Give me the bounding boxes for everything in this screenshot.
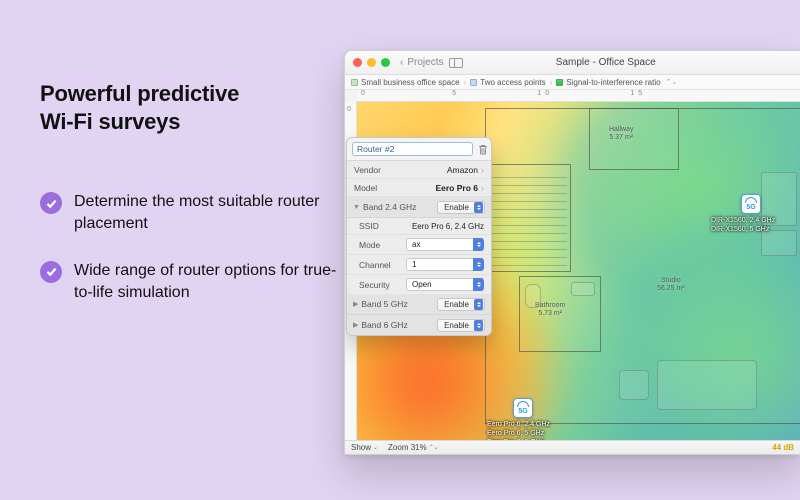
row-mode[interactable]: Mode ax bbox=[347, 235, 491, 255]
minimize-button[interactable] bbox=[367, 58, 376, 67]
zoom-button[interactable] bbox=[381, 58, 390, 67]
room-label-hallway: Hallway5.37 m² bbox=[609, 126, 634, 141]
toggle-sidebar-icon[interactable] bbox=[449, 58, 463, 68]
window-title: Sample - Office Space bbox=[469, 57, 742, 68]
mode-select[interactable]: ax bbox=[406, 238, 484, 251]
row-channel[interactable]: Channel 1 bbox=[347, 255, 491, 275]
breadcrumb-item[interactable]: Two access points bbox=[470, 78, 545, 87]
feature-text: Determine the most suitable router place… bbox=[74, 191, 340, 236]
breadcrumb-item[interactable]: Signal-to-interference ratio⌃⌄ bbox=[556, 78, 677, 87]
access-point-label: DIR-X1560, 2.4 GHzDIR-X1560, 5 GHz bbox=[711, 217, 775, 235]
enable-band-button[interactable]: Enable bbox=[437, 201, 485, 214]
marketing-copy: Powerful predictive Wi-Fi surveys Determ… bbox=[40, 80, 340, 329]
channel-select[interactable]: 1 bbox=[406, 258, 484, 271]
chevron-right-icon: › bbox=[481, 165, 484, 175]
window-titlebar: ‹ Projects Sample - Office Space bbox=[345, 51, 800, 75]
stairs-icon bbox=[489, 170, 567, 266]
breadcrumb-item[interactable]: Small business office space bbox=[351, 78, 460, 87]
access-point-label: Eero Pro 6, 2.4 GHzEero Pro 6, 5 GHzEero… bbox=[487, 421, 550, 440]
enable-band-button[interactable]: Enable bbox=[437, 319, 485, 332]
app-window: ‹ Projects Sample - Office Space Small b… bbox=[344, 50, 800, 455]
headline: Powerful predictive Wi-Fi surveys bbox=[40, 80, 340, 135]
router-settings-popover: Vendor Amazon› Model Eero Pro 6› ▼ Band … bbox=[346, 137, 492, 336]
check-icon bbox=[40, 192, 62, 214]
show-dropdown[interactable]: Show⌄ bbox=[351, 443, 378, 452]
feature-text: Wide range of router options for true-to… bbox=[74, 260, 340, 305]
disclosure-triangle-open-icon: ▼ bbox=[353, 204, 360, 211]
chevron-right-icon: › bbox=[550, 78, 553, 87]
disclosure-triangle-closed-icon: ▶ bbox=[353, 300, 358, 308]
room-label-studio: Studio56.25 m² bbox=[657, 277, 685, 292]
status-bar: Show⌄ Zoom 31%⌃⌄ 44 dB bbox=[345, 440, 800, 454]
row-vendor[interactable]: Vendor Amazon› bbox=[347, 161, 491, 179]
access-point-marker[interactable]: 5G bbox=[513, 398, 533, 418]
check-icon bbox=[40, 261, 62, 283]
security-select[interactable]: Open bbox=[406, 278, 484, 291]
band-24-header[interactable]: ▼ Band 2.4 GHz Enable bbox=[347, 197, 491, 218]
band-5-header[interactable]: ▶ Band 5 GHz Enable bbox=[347, 294, 491, 315]
trash-icon[interactable] bbox=[478, 143, 488, 155]
access-point-marker[interactable]: 5G bbox=[741, 194, 761, 214]
window-controls bbox=[353, 58, 390, 67]
router-name-input[interactable] bbox=[352, 142, 473, 156]
row-ssid: SSID Eero Pro 6, 2.4 GHz bbox=[347, 218, 491, 235]
chevron-right-icon: › bbox=[464, 78, 467, 87]
band-6-header[interactable]: ▶ Band 6 GHz Enable bbox=[347, 315, 491, 335]
enable-band-button[interactable]: Enable bbox=[437, 298, 485, 311]
ruler-horizontal bbox=[357, 90, 800, 102]
breadcrumb: Small business office space › Two access… bbox=[345, 75, 800, 90]
feature-item: Determine the most suitable router place… bbox=[40, 191, 340, 236]
feature-item: Wide range of router options for true-to… bbox=[40, 260, 340, 305]
disclosure-triangle-closed-icon: ▶ bbox=[353, 321, 358, 329]
row-security[interactable]: Security Open bbox=[347, 275, 491, 294]
toolbar-projects-label[interactable]: Projects bbox=[407, 57, 443, 68]
row-model[interactable]: Model Eero Pro 6› bbox=[347, 179, 491, 197]
close-button[interactable] bbox=[353, 58, 362, 67]
signal-readout: 44 dB bbox=[772, 443, 794, 452]
zoom-dropdown[interactable]: Zoom 31%⌃⌄ bbox=[388, 443, 439, 452]
back-button[interactable]: ‹ bbox=[400, 57, 403, 68]
chevron-right-icon: › bbox=[481, 183, 484, 193]
